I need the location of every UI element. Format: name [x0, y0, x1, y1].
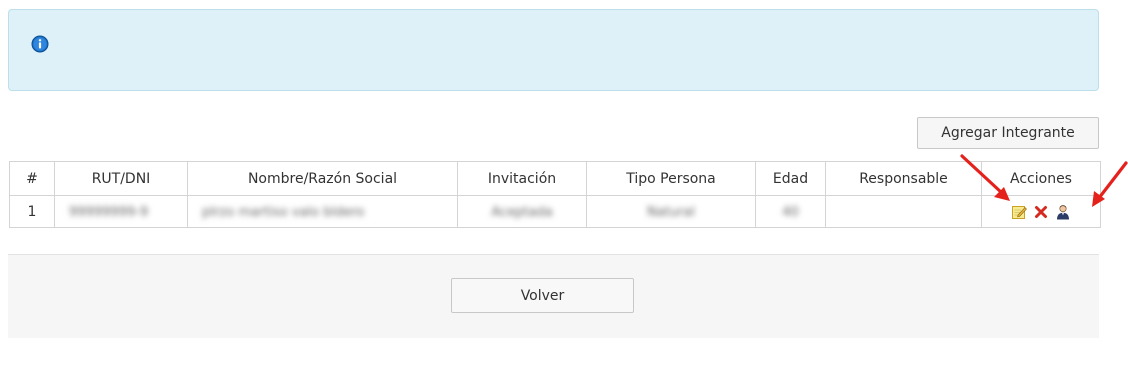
add-member-button[interactable]: Agregar Integrante: [917, 117, 1099, 149]
cell-responsible: [825, 195, 982, 228]
column-header-invitation: Invitación: [457, 161, 587, 196]
members-table: # RUT/DNI Nombre/Razón Social Invitación…: [9, 161, 1101, 228]
column-header-age: Edad: [755, 161, 826, 196]
cell-index: 1: [9, 195, 55, 228]
column-header-responsible: Responsable: [825, 161, 982, 196]
footer-panel: Volver: [8, 254, 1099, 338]
column-header-actions: Acciones: [981, 161, 1101, 196]
cell-invitation: Aceptada: [457, 195, 587, 228]
column-header-rut: RUT/DNI: [54, 161, 188, 196]
rut-value: 99999999-9: [69, 204, 149, 220]
person-type-value: Natural: [647, 204, 695, 220]
table-row: 1 99999999-9 pIrzo martiso valo bldero A…: [9, 195, 1101, 228]
cell-rut: 99999999-9: [54, 195, 188, 228]
cell-actions: [981, 195, 1101, 228]
age-value: 40: [782, 204, 799, 220]
delete-icon[interactable]: [1033, 204, 1049, 220]
cell-name: pIrzo martiso valo bldero: [187, 195, 458, 228]
column-header-index: #: [9, 161, 55, 196]
table-header-row: # RUT/DNI Nombre/Razón Social Invitación…: [9, 161, 1101, 196]
info-icon: [31, 35, 49, 53]
user-icon[interactable]: [1055, 204, 1071, 220]
back-button[interactable]: Volver: [451, 278, 634, 313]
edit-icon[interactable]: [1011, 204, 1027, 220]
row-actions: [983, 204, 1100, 220]
cell-age: 40: [755, 195, 826, 228]
info-alert-box: [8, 9, 1099, 91]
cell-person-type: Natural: [586, 195, 756, 228]
invitation-value: Aceptada: [491, 204, 553, 220]
name-value: pIrzo martiso valo bldero: [202, 204, 365, 220]
column-header-name: Nombre/Razón Social: [187, 161, 458, 196]
column-header-person-type: Tipo Persona: [586, 161, 756, 196]
